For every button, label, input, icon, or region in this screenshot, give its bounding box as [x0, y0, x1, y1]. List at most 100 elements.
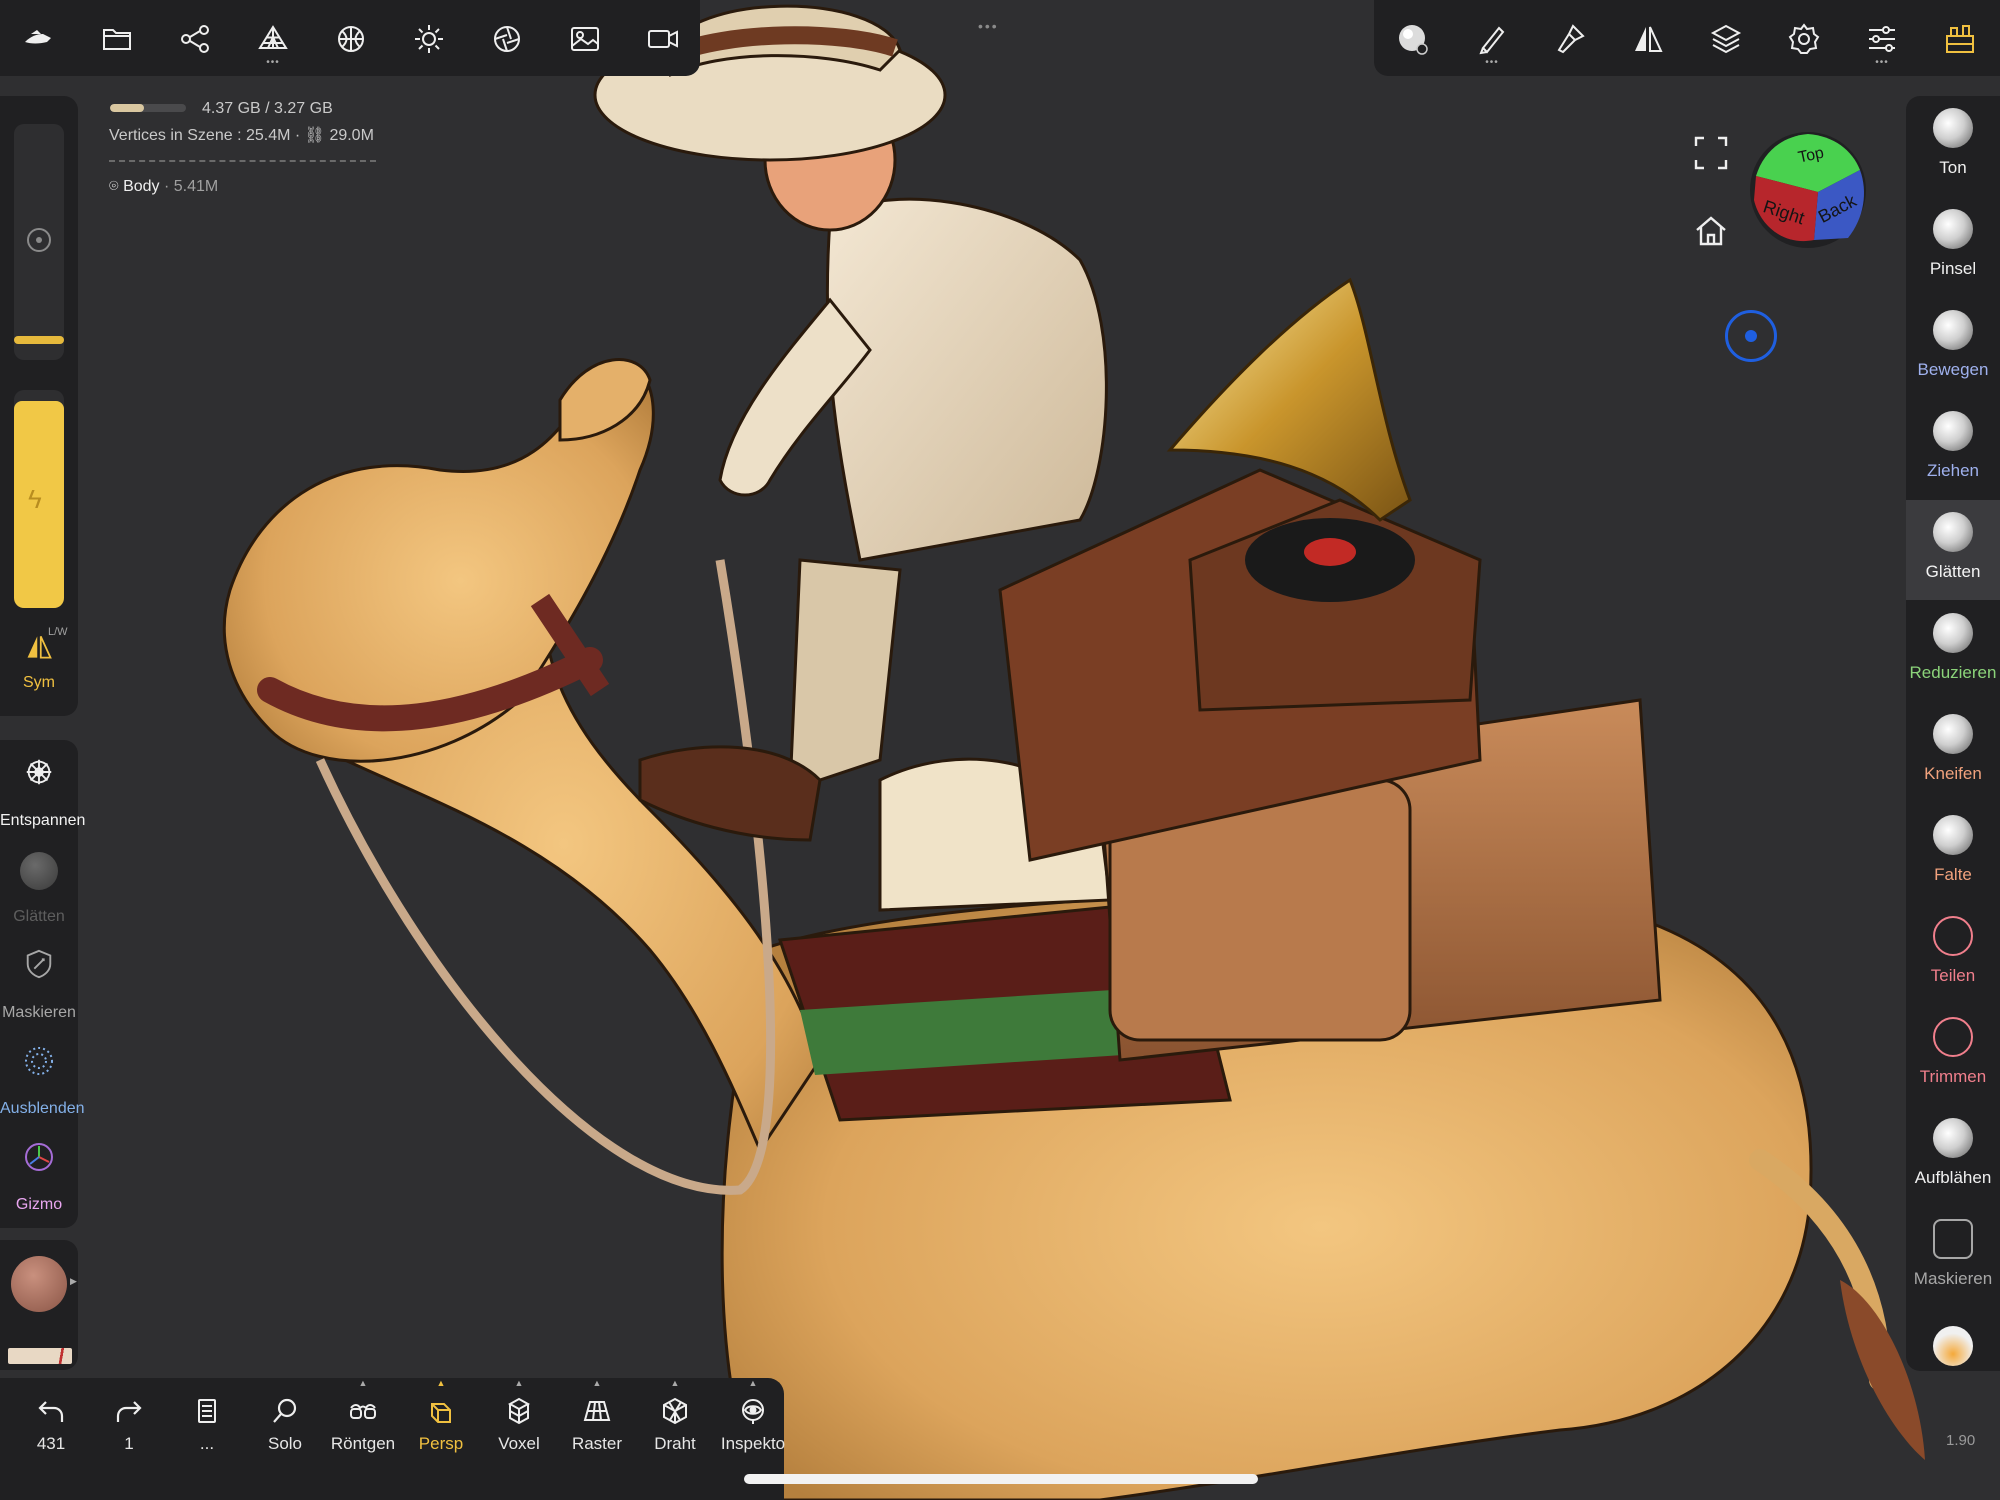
grid-button[interactable]: ▲ Raster [558, 1378, 636, 1462]
inspector-button[interactable]: ▲ Inspekto [714, 1378, 792, 1462]
tool-label: Falte [1934, 865, 1972, 884]
tool-brush-icon [1933, 1118, 1973, 1158]
memory-bar-fill [110, 104, 145, 112]
tool-brush-icon [1933, 613, 1973, 653]
brush-stroke-icon[interactable]: ••• [1467, 14, 1517, 68]
voxel-button[interactable]: ▲ Voxel [480, 1378, 558, 1462]
search-icon [273, 1398, 297, 1423]
right-tool-3[interactable]: Bewegen [1906, 298, 2000, 398]
tool-label: Maskieren [2, 1004, 76, 1021]
right-tool-7[interactable]: Kneifen [1906, 702, 2000, 802]
tool-label: Entspannen [0, 812, 86, 829]
left-color-panel: ▶ [0, 1240, 78, 1370]
vertices-linked-value: 29.0M [329, 127, 374, 144]
relax-icon [26, 759, 52, 785]
settings-gear-icon[interactable] [1779, 14, 1829, 64]
vertices-label: Vertices in Szene : [109, 127, 242, 144]
tool-label: Ziehen [1927, 461, 1979, 480]
right-tool-1[interactable]: Ton [1906, 96, 2000, 196]
paint-icon[interactable] [1545, 14, 1595, 64]
right-tool-10[interactable]: Trimmen [1906, 1005, 2000, 1105]
light-icon[interactable] [404, 14, 454, 64]
tool-glaetten[interactable]: Glätten [0, 844, 78, 934]
gizmo-icon [25, 1143, 53, 1171]
tool-maskieren[interactable]: Maskieren [0, 940, 78, 1030]
perspective-button[interactable]: ▲ Persp [402, 1378, 480, 1462]
history-icon [198, 1399, 216, 1423]
sliders-icon[interactable]: ••• [1857, 14, 1907, 68]
tool-label: Aufblähen [1914, 1168, 1992, 1187]
redo-button[interactable]: 1 [90, 1392, 168, 1462]
radius-slider-fill [14, 336, 64, 360]
tool-brush-icon [1933, 512, 1973, 552]
radius-slider[interactable] [14, 124, 64, 360]
tool-label: Reduzieren [1909, 663, 1997, 682]
home-indicator[interactable] [744, 1474, 1258, 1484]
redo-icon [116, 1401, 142, 1422]
sym-label: Sym [23, 674, 55, 691]
grid-label: Raster [571, 1434, 623, 1453]
memory-bar [110, 104, 186, 112]
tool-brush-icon [1933, 916, 1973, 956]
smooth-brush-icon [20, 852, 58, 890]
right-tool-8[interactable]: Falte [1906, 803, 2000, 903]
glasses-icon [350, 1404, 376, 1419]
tool-label: Pinsel [1929, 259, 1977, 278]
image-icon[interactable] [560, 14, 610, 64]
object-vertices: 5.41M [173, 178, 219, 195]
right-tool-9[interactable]: Teilen [1906, 904, 2000, 1004]
undo-icon [38, 1401, 64, 1422]
inspector-label: Inspekto [720, 1434, 786, 1453]
tool-label: Trimmen [1919, 1067, 1987, 1086]
left-tool-panel: Entspannen Glätten Maskieren Ausblenden … [0, 740, 86, 1228]
viewcube[interactable]: Back Right Top [1748, 130, 1868, 250]
more-options-dots: ••• [1485, 57, 1499, 68]
solo-label: Solo [267, 1434, 303, 1453]
wireframe-button[interactable]: ▲ Draht [636, 1378, 714, 1462]
tool-label: Teilen [1930, 966, 1976, 985]
nomad-logo-icon[interactable] [13, 14, 63, 64]
right-tool-12[interactable]: Maskieren [1906, 1207, 2000, 1307]
video-camera-icon[interactable] [638, 14, 688, 64]
current-brush-icon[interactable] [1388, 14, 1438, 64]
object-readout[interactable]: ⌾ Body · 5.41M [109, 178, 218, 196]
wireframe-icon [663, 1397, 687, 1425]
right-tool-5[interactable]: Glätten [1906, 500, 2000, 600]
voxel-label: Voxel [498, 1434, 540, 1453]
pivot-target-indicator[interactable] [1725, 310, 1777, 362]
material-icon[interactable] [326, 14, 376, 64]
layers-icon[interactable] [1701, 14, 1751, 64]
material-color-swatch[interactable] [11, 1256, 67, 1312]
tool-gizmo[interactable]: Gizmo [0, 1132, 78, 1222]
vertices-value: 25.4M [245, 127, 291, 144]
right-tool-2[interactable]: Pinsel [1906, 197, 2000, 297]
page-dots[interactable]: ••• [978, 18, 999, 34]
intensity-slider[interactable]: ϟ [14, 390, 64, 608]
swatch-expand-icon[interactable]: ▶ [70, 1276, 77, 1287]
right-tool-11[interactable]: Aufblähen [1906, 1106, 2000, 1206]
stats-divider [109, 160, 376, 162]
scene-tree-icon[interactable] [170, 14, 220, 64]
sym-toggle[interactable]: L/W Sym [0, 624, 78, 704]
history-button[interactable]: ... [168, 1392, 246, 1462]
grid-icon [583, 1401, 611, 1421]
extra-brush-icon[interactable] [1933, 1326, 1973, 1366]
xray-button[interactable]: ▲ Röntgen [324, 1378, 402, 1462]
tool-ausblenden[interactable]: Ausblenden [0, 1036, 85, 1126]
undo-button[interactable]: 431 [12, 1392, 90, 1462]
symmetry-icon[interactable] [1623, 14, 1673, 64]
interface-icon[interactable] [1935, 14, 1985, 64]
right-tool-4[interactable]: Ziehen [1906, 399, 2000, 499]
home-icon[interactable] [1694, 214, 1728, 248]
tool-entspannen[interactable]: Entspannen [0, 748, 86, 838]
radius-icon [27, 228, 51, 252]
folder-icon[interactable] [92, 14, 142, 64]
alpha-preview-swatch[interactable] [8, 1348, 72, 1364]
tool-label: Bewegen [1917, 360, 1989, 379]
solo-button[interactable]: Solo [246, 1392, 324, 1462]
right-tool-6[interactable]: Reduzieren [1906, 601, 2000, 701]
topology-icon[interactable]: ••• [248, 14, 298, 68]
camera-aperture-icon[interactable] [482, 14, 532, 64]
tool-brush-icon [1933, 108, 1973, 148]
fullscreen-icon[interactable] [1694, 136, 1728, 170]
